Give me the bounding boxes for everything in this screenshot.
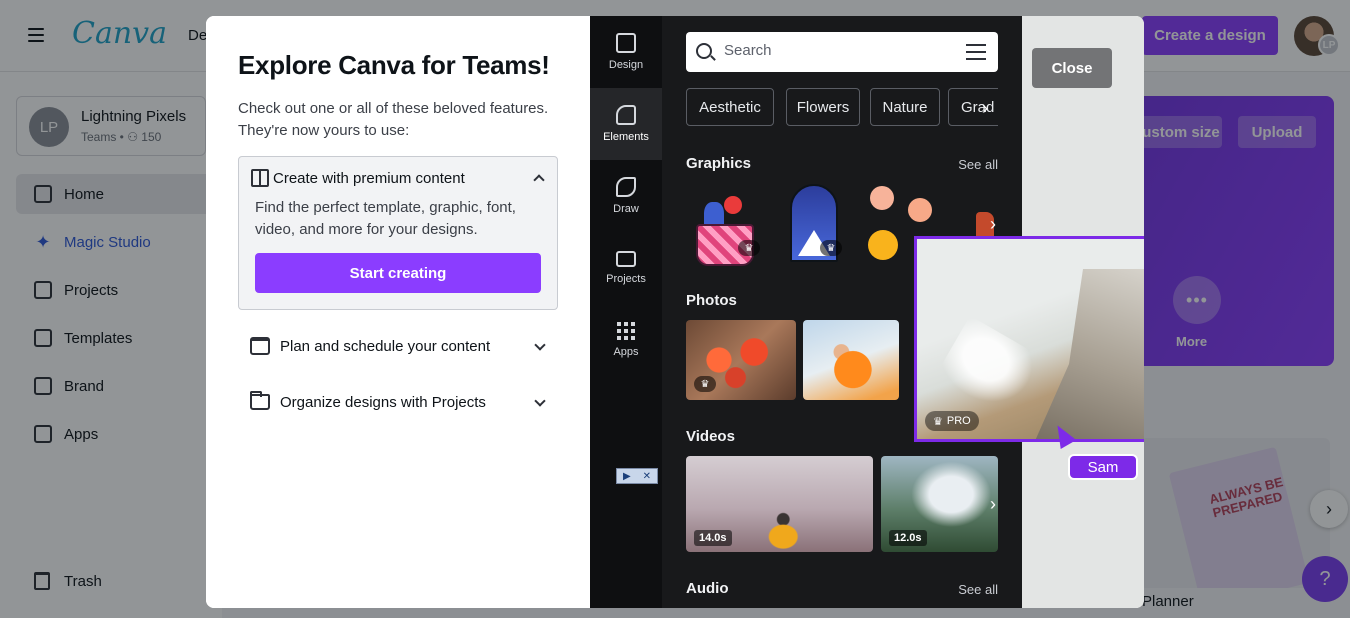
pro-badge: ♛ PRO bbox=[925, 411, 979, 431]
modal-description: Check out one or all of these beloved fe… bbox=[238, 100, 549, 139]
elements-icon bbox=[616, 105, 636, 125]
chip-aesthetic[interactable]: Aesthetic bbox=[686, 88, 774, 126]
pro-label: PRO bbox=[946, 415, 971, 427]
photo-fruit-table[interactable]: ♛ bbox=[686, 320, 796, 400]
rail-item-projects[interactable]: Projects bbox=[590, 232, 662, 304]
collaborator-name-tag: Sam bbox=[1068, 454, 1138, 480]
graphics-heading: Graphics bbox=[686, 155, 752, 172]
editor-side-rail: Design Elements Draw Projects Apps ▶ ✕ bbox=[590, 16, 662, 608]
rail-item-label: Projects bbox=[606, 273, 646, 285]
rail-item-label: Elements bbox=[603, 131, 649, 143]
rail-item-label: Design bbox=[608, 59, 644, 71]
feature-header[interactable]: Create with premium content bbox=[251, 169, 465, 187]
photo-person-orange[interactable] bbox=[803, 320, 899, 400]
apps-icon bbox=[617, 322, 635, 340]
video-duration: 12.0s bbox=[889, 530, 927, 546]
feature-label: Plan and schedule your content bbox=[280, 337, 491, 355]
elements-search bbox=[686, 32, 998, 72]
graphic-flower[interactable] bbox=[908, 198, 932, 222]
feature-organize-projects[interactable]: Organize designs with Projects bbox=[250, 390, 550, 414]
suggestion-chips: Aesthetic Flowers Nature Grad bbox=[686, 88, 998, 128]
start-creating-button[interactable]: Start creating bbox=[255, 253, 541, 293]
rail-item-label: Draw bbox=[613, 203, 639, 215]
rail-item-design[interactable]: Design bbox=[590, 16, 662, 88]
modal-left-pane: Explore Canva for Teams! Check out one o… bbox=[206, 16, 590, 608]
rail-item-draw[interactable]: Draw bbox=[590, 160, 662, 232]
feature-label: Organize designs with Projects bbox=[280, 393, 486, 411]
rail-item-elements[interactable]: Elements bbox=[590, 88, 662, 160]
chip-nature[interactable]: Nature bbox=[870, 88, 940, 126]
audio-heading: Audio bbox=[686, 580, 729, 597]
chevron-right-icon[interactable]: › bbox=[990, 494, 996, 515]
feature-premium-content: Create with premium content Find the per… bbox=[238, 156, 558, 310]
modal-title: Explore Canva for Teams! bbox=[238, 50, 550, 80]
crown-icon: ♛ bbox=[820, 240, 842, 256]
feature-label: Create with premium content bbox=[273, 169, 465, 187]
graphic-flower-basket[interactable] bbox=[696, 196, 754, 268]
video-misty-hiker[interactable]: 14.0s bbox=[686, 456, 873, 552]
folder-icon bbox=[616, 251, 636, 267]
search-input[interactable] bbox=[724, 42, 944, 59]
draw-icon bbox=[616, 177, 636, 197]
rail-item-apps[interactable]: Apps bbox=[590, 304, 662, 376]
calendar-icon bbox=[250, 337, 270, 355]
teams-explore-modal: Explore Canva for Teams! Check out one o… bbox=[206, 16, 1144, 608]
chip-flowers[interactable]: Flowers bbox=[786, 88, 860, 126]
filter-icon[interactable] bbox=[966, 44, 986, 60]
videos-heading: Videos bbox=[686, 428, 735, 445]
design-icon bbox=[616, 33, 636, 53]
crown-icon: ♛ bbox=[933, 415, 943, 428]
video-player-icon: ▶ ✕ bbox=[616, 468, 658, 484]
close-button[interactable]: Close bbox=[1032, 48, 1112, 88]
dragged-photo-coastline[interactable]: ♛ PRO bbox=[914, 236, 1144, 442]
audio-see-all[interactable]: See all bbox=[958, 582, 998, 597]
chevron-right-icon[interactable]: › bbox=[990, 214, 996, 235]
graphic-flower[interactable] bbox=[870, 186, 894, 210]
search-icon bbox=[696, 43, 712, 59]
graphics-see-all[interactable]: See all bbox=[958, 157, 998, 172]
feature-body: Find the perfect template, graphic, font… bbox=[255, 199, 516, 238]
feature-plan-schedule[interactable]: Plan and schedule your content bbox=[250, 334, 550, 358]
graphic-flower[interactable] bbox=[868, 230, 898, 260]
video-green-cliffs[interactable]: 12.0s bbox=[881, 456, 998, 552]
chevron-up-icon[interactable] bbox=[533, 174, 545, 186]
layout-icon bbox=[251, 169, 269, 187]
rail-item-label: Apps bbox=[613, 346, 639, 358]
crown-icon: ♛ bbox=[694, 376, 716, 392]
photos-heading: Photos bbox=[686, 292, 737, 309]
crown-icon: ♛ bbox=[738, 240, 760, 256]
folder-icon bbox=[250, 391, 270, 410]
video-duration: 14.0s bbox=[694, 530, 732, 546]
chevron-right-icon[interactable]: › bbox=[982, 98, 998, 118]
